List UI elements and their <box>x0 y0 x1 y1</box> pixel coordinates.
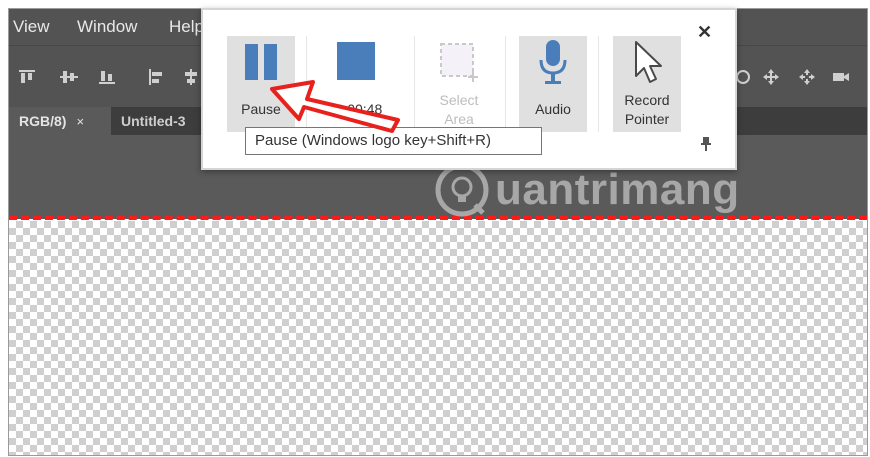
tab-label: RGB/8) <box>19 113 67 129</box>
pause-icon <box>245 44 277 80</box>
align-top-icon[interactable] <box>17 68 37 86</box>
watermark: uantrimang <box>435 162 740 218</box>
stop-icon <box>337 42 375 80</box>
menu-help[interactable]: Help <box>169 17 204 37</box>
select-area-label-line1: Select <box>439 92 479 108</box>
select-area-icon <box>440 43 478 82</box>
align-vcenter-icon[interactable] <box>59 68 79 86</box>
align-left-icon[interactable] <box>147 68 167 86</box>
recording-timer: 00:00:48 <box>327 101 383 117</box>
menu-view[interactable]: View <box>13 17 50 37</box>
separator <box>505 36 506 132</box>
watermark-text: uantrimang <box>495 165 740 214</box>
audio-button[interactable]: Audio <box>519 36 587 132</box>
align-hcenter-icon[interactable] <box>181 68 201 86</box>
stop-button[interactable]: 00:00:48 <box>321 36 389 132</box>
pause-tooltip: Pause (Windows logo key+Shift+R) <box>245 127 542 155</box>
watermark-bulb-logo <box>435 163 489 217</box>
tab-document-active[interactable]: RGB/8) × <box>9 107 111 135</box>
align-bottom-icon[interactable] <box>97 68 117 86</box>
separator <box>414 36 415 132</box>
close-icon[interactable]: ✕ <box>697 22 712 43</box>
mouse-pointer-icon <box>635 41 662 83</box>
tab-untitled[interactable]: Untitled-3 <box>111 107 211 135</box>
separator <box>598 36 599 132</box>
audio-label: Audio <box>535 101 571 117</box>
record-pointer-label-line1: Record <box>624 92 670 108</box>
record-pointer-label-line2: Pointer <box>624 111 670 127</box>
record-pointer-button[interactable]: Record Pointer <box>613 36 681 132</box>
select-area-button[interactable]: Select Area <box>425 36 493 132</box>
tab-close-icon[interactable]: × <box>76 114 84 129</box>
slide-3d-icon[interactable] <box>797 68 817 86</box>
transparent-canvas[interactable] <box>9 221 867 455</box>
pause-label: Pause <box>241 101 281 117</box>
pin-icon[interactable] <box>699 136 713 152</box>
microphone-icon <box>539 40 567 84</box>
tab-label: Untitled-3 <box>121 113 186 129</box>
pan-3d-icon[interactable] <box>761 68 781 86</box>
separator <box>306 36 307 132</box>
video-camera-icon[interactable] <box>831 68 851 86</box>
menu-window[interactable]: Window <box>77 17 137 37</box>
pause-button[interactable]: Pause <box>227 36 295 132</box>
